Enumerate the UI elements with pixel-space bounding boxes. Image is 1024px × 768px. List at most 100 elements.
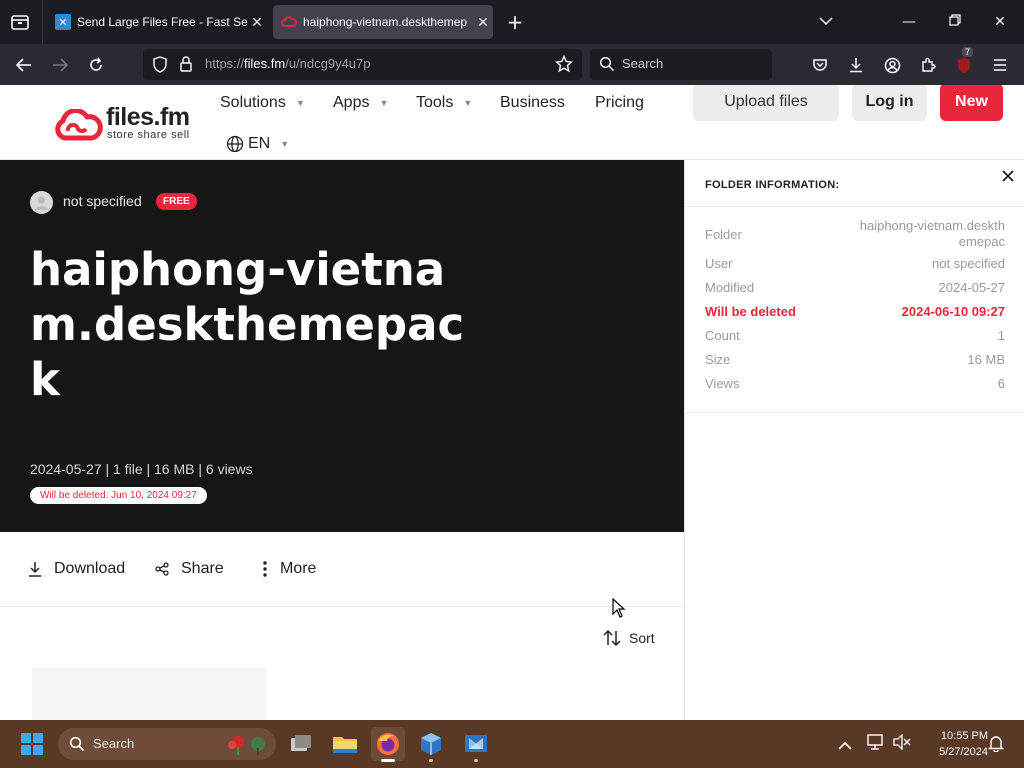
minimize-icon[interactable]: —	[897, 10, 921, 34]
list-all-tabs-chevron-icon[interactable]	[814, 10, 838, 34]
app-menu-hamburger-icon[interactable]	[987, 52, 1013, 78]
ublock-shield-icon[interactable]: 7	[951, 47, 977, 78]
info-row-user: User not specified	[705, 256, 1005, 271]
bookmark-star-icon[interactable]	[554, 54, 574, 77]
tab-separator	[42, 0, 43, 44]
network-icon[interactable]	[866, 733, 886, 755]
share-button[interactable]: Share	[155, 560, 224, 578]
login-button[interactable]: Log in	[852, 85, 927, 121]
forward-icon[interactable]	[47, 52, 73, 78]
virtualbox-icon[interactable]	[414, 727, 448, 762]
file-list-area: Sort	[0, 607, 684, 720]
info-row-will-be-deleted: Will be deleted 2024-06-10 09:27	[705, 304, 1005, 319]
back-icon[interactable]	[11, 52, 37, 78]
search-bar[interactable]: Search	[590, 49, 772, 80]
language-selector[interactable]: EN ▼	[226, 135, 289, 153]
notifications-bell-icon[interactable]	[987, 734, 1005, 756]
folder-hero: not specified FREE haiphong-vietnam.desk…	[0, 160, 684, 532]
volume-muted-icon[interactable]	[893, 733, 911, 754]
nav-business[interactable]: Business	[500, 94, 565, 112]
search-placeholder: Search	[622, 56, 664, 71]
avatar	[30, 191, 53, 214]
extensions-puzzle-icon[interactable]	[915, 52, 941, 78]
taskbar-search-placeholder: Search	[93, 736, 135, 751]
nav-pricing[interactable]: Pricing	[595, 94, 644, 112]
account-icon[interactable]	[879, 52, 905, 78]
upload-files-button[interactable]: Upload files	[693, 85, 839, 121]
web-page: files.fm store share sell Solutions ▼ App…	[0, 85, 1024, 720]
browser-tab-strip: ✕ Send Large Files Free - Fast Sec ✕ hai…	[0, 0, 1024, 44]
lock-icon[interactable]	[179, 55, 193, 77]
delete-notice-badge: Will be deleted: Jun 10, 2024 09:27	[30, 487, 207, 504]
pocket-icon[interactable]	[807, 52, 833, 78]
system-clock[interactable]: 10:55 PM 5/27/2024	[918, 728, 988, 760]
divider	[685, 412, 1024, 413]
owner-name: not specified	[63, 193, 142, 209]
downloads-icon[interactable]	[843, 52, 869, 78]
extension-badge: 7	[962, 47, 974, 57]
windows-taskbar: Search 10:55 PM 5/27/2024	[0, 720, 1024, 768]
search-highlight-flower-icon	[228, 736, 265, 755]
nav-solutions[interactable]: Solutions ▼	[220, 94, 305, 112]
virtualbox-vm-icon[interactable]	[459, 727, 493, 762]
nav-tools[interactable]: Tools ▼	[416, 94, 472, 112]
tab-title: Send Large Files Free - Fast Sec	[77, 15, 247, 29]
new-button[interactable]: New	[940, 85, 1003, 121]
restore-icon[interactable]	[943, 10, 967, 34]
tab-send-large-files[interactable]: ✕ Send Large Files Free - Fast Sec ✕	[49, 5, 267, 39]
download-button[interactable]: Download	[28, 560, 125, 578]
more-button[interactable]: More	[262, 560, 316, 578]
logo-tagline: store share sell	[107, 129, 190, 141]
show-hidden-icons-chevron-icon[interactable]	[838, 736, 852, 755]
sort-button[interactable]: Sort	[603, 629, 655, 647]
plan-badge: FREE	[156, 193, 197, 210]
tab-haiphong[interactable]: haiphong-vietnam.deskthemep ✕	[273, 5, 493, 39]
active-app-indicator	[381, 759, 395, 762]
task-view-icon[interactable]	[284, 727, 318, 761]
divider	[685, 206, 1024, 207]
clock-date: 5/27/2024	[939, 746, 988, 758]
nav-apps[interactable]: Apps ▼	[333, 94, 388, 112]
running-indicator	[474, 759, 478, 762]
running-indicator	[429, 759, 433, 762]
wetransfer-favicon-icon: ✕	[55, 14, 71, 30]
tab-close-icon[interactable]: ✕	[473, 14, 493, 31]
address-bar[interactable]: https://files.fm/u/ndcg9y4u7p	[143, 49, 582, 80]
filesfm-favicon-icon	[281, 14, 297, 30]
url-text[interactable]: https://files.fm/u/ndcg9y4u7p	[205, 56, 371, 71]
site-header: files.fm store share sell Solutions ▼ App…	[0, 85, 1024, 160]
tab-title: haiphong-vietnam.deskthemep	[303, 15, 468, 29]
reload-icon[interactable]	[83, 52, 109, 78]
cloud-logo-icon	[55, 109, 103, 141]
search-icon	[69, 736, 85, 752]
close-icon[interactable]	[1001, 168, 1015, 187]
share-icon	[155, 562, 169, 576]
taskbar-search[interactable]: Search	[58, 728, 276, 760]
folder-meta: 2024-05-27 | 1 file | 16 MB | 6 views	[30, 461, 253, 477]
folder-title: haiphong-vietnam.deskthemepack	[30, 243, 465, 406]
info-row-modified: Modified 2024-05-27	[705, 280, 1005, 295]
sort-arrows-icon	[603, 629, 621, 647]
search-icon	[599, 56, 615, 76]
folder-actions: Download Share More	[0, 532, 684, 607]
more-vertical-icon	[263, 561, 267, 577]
new-tab-icon[interactable]: +	[503, 10, 527, 34]
browser-toolbar: https://files.fm/u/ndcg9y4u7p Search 7	[0, 44, 1024, 85]
close-window-icon[interactable]: ✕	[988, 10, 1012, 34]
info-row-views: Views 6	[705, 376, 1005, 391]
tab-close-icon[interactable]: ✕	[247, 14, 267, 31]
start-windows-icon[interactable]	[20, 732, 44, 760]
file-explorer-icon[interactable]	[328, 727, 362, 761]
info-row-count: Count 1	[705, 328, 1005, 343]
tab-overview-icon[interactable]	[9, 11, 31, 33]
panel-title: FOLDER INFORMATION:	[705, 179, 840, 191]
file-thumbnail[interactable]	[32, 667, 266, 720]
folder-info-panel: FOLDER INFORMATION: Folder haiphong-viet…	[684, 160, 1024, 720]
firefox-icon[interactable]	[371, 727, 405, 762]
tracking-shield-icon[interactable]	[152, 56, 168, 77]
mouse-cursor-icon	[612, 598, 626, 618]
clock-time: 10:55 PM	[940, 730, 988, 742]
info-row-size: Size 16 MB	[705, 352, 1005, 367]
logo-wordmark[interactable]: files.fm	[106, 103, 190, 132]
info-row-folder: Folder haiphong-vietnam.deskthemepac	[705, 218, 1005, 249]
